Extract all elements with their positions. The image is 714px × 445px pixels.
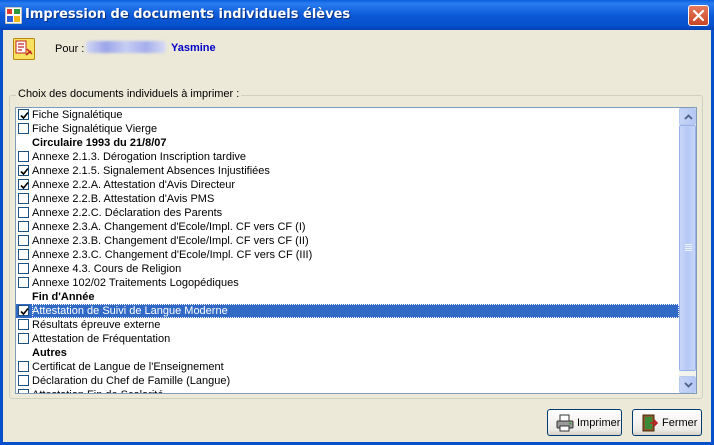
item-checkbox[interactable] <box>18 235 29 246</box>
dialog-window: Impression de documents individuels élèv… <box>0 0 714 445</box>
item-checkbox[interactable] <box>18 305 29 316</box>
close-icon <box>692 9 705 22</box>
list-item-label: Attestation de Suivi de Langue Moderne <box>32 304 679 318</box>
list-item[interactable]: Fiche Signalétique <box>16 108 679 122</box>
list-item[interactable]: Annexe 102/02 Traitements Logopédiques <box>16 276 679 290</box>
list-item[interactable]: Déclaration du Chef de Famille (Langue) <box>16 374 679 388</box>
item-checkbox[interactable] <box>18 249 29 260</box>
scrollbar-thumb[interactable] <box>679 125 696 371</box>
list-section-header: Fin d'Année <box>16 290 679 304</box>
list-item[interactable]: Attestation de Suivi de Langue Moderne <box>16 304 679 318</box>
list-item-label: Fiche Signalétique <box>32 109 123 121</box>
window-border-left <box>0 30 3 445</box>
item-checkbox[interactable] <box>18 375 29 386</box>
list-item[interactable]: Attestation de Fréquentation <box>16 332 679 346</box>
list-item[interactable]: Résultats épreuve externe <box>16 318 679 332</box>
pupil-card-icon <box>13 38 35 60</box>
list-item[interactable]: Annexe 2.2.A. Attestation d'Avis Directe… <box>16 178 679 192</box>
list-item-label: Circulaire 1993 du 21/8/07 <box>32 137 167 149</box>
list-item-label: Déclaration du Chef de Famille (Langue) <box>32 375 231 387</box>
list-item-label: Certificat de Langue de l'Enseignement <box>32 361 224 373</box>
item-checkbox[interactable] <box>18 151 29 162</box>
list-item-label: Annexe 2.3.C. Changement d'Ecole/Impl. C… <box>32 249 313 261</box>
app-icon <box>5 7 22 24</box>
item-checkbox[interactable] <box>18 389 29 393</box>
pupil-label: Pour : <box>55 43 85 55</box>
list-item[interactable]: Annexe 2.2.B. Attestation d'Avis PMS <box>16 192 679 206</box>
list-item-label: Annexe 2.1.3. Dérogation Inscription tar… <box>32 151 247 163</box>
item-checkbox[interactable] <box>18 165 29 176</box>
chevron-up-icon <box>684 114 693 120</box>
print-button[interactable]: Imprimer <box>547 409 622 436</box>
item-checkbox[interactable] <box>18 277 29 288</box>
item-checkbox[interactable] <box>18 193 29 204</box>
list-item-label: Annexe 4.3. Cours de Religion <box>32 263 182 275</box>
item-checkbox[interactable] <box>18 333 29 344</box>
scroll-up-button[interactable] <box>679 108 696 125</box>
list-item-label: Attestation Fin de Scolarité <box>32 388 163 393</box>
list-item-label: Annexe 2.2.A. Attestation d'Avis Directe… <box>32 179 236 191</box>
list-item-label: Fin d'Année <box>32 291 95 303</box>
item-checkbox[interactable] <box>18 221 29 232</box>
list-item-label: Résultats épreuve externe <box>32 319 161 331</box>
list-item-label: Annexe 2.3.A. Changement d'Ecole/Impl. C… <box>32 221 306 233</box>
list-item[interactable]: Certificat de Langue de l'Enseignement <box>16 360 679 374</box>
list-item[interactable]: Annexe 2.1.5. Signalement Absences Injus… <box>16 164 679 178</box>
list-section-header: Autres <box>16 346 679 360</box>
item-checkbox[interactable] <box>18 263 29 274</box>
list-item-label: Annexe 102/02 Traitements Logopédiques <box>32 277 239 289</box>
pupil-surname-redacted <box>86 41 166 53</box>
scroll-down-button[interactable] <box>679 376 696 393</box>
exit-door-icon <box>642 414 659 432</box>
list-item[interactable]: Attestation Fin de Scolarité <box>16 388 679 393</box>
list-item[interactable]: Annexe 2.3.B. Changement d'Ecole/Impl. C… <box>16 234 679 248</box>
close-window-button[interactable] <box>688 5 709 26</box>
chevron-down-icon <box>684 382 693 388</box>
documents-checklist[interactable]: Fiche Signalétique Fiche Signalétique Vie… <box>15 107 697 394</box>
list-section-header: Circulaire 1993 du 21/8/07 <box>16 136 679 150</box>
window-title: Impression de documents individuels élèv… <box>25 7 351 22</box>
list-item[interactable]: Fiche Signalétique Vierge <box>16 122 679 136</box>
list-item-label: Annexe 2.2.C. Déclaration des Parents <box>32 207 223 219</box>
item-checkbox[interactable] <box>18 123 29 134</box>
list-item[interactable]: Annexe 4.3. Cours de Religion <box>16 262 679 276</box>
item-checkbox[interactable] <box>18 319 29 330</box>
list-item[interactable]: Annexe 2.3.A. Changement d'Ecole/Impl. C… <box>16 220 679 234</box>
item-checkbox[interactable] <box>18 207 29 218</box>
list-item-label: Annexe 2.2.B. Attestation d'Avis PMS <box>32 193 215 205</box>
list-item-label: Annexe 2.1.5. Signalement Absences Injus… <box>32 165 270 177</box>
close-button[interactable]: Fermer <box>632 409 702 436</box>
print-button-label: Imprimer <box>577 417 621 429</box>
list-item-label: Annexe 2.3.B. Changement d'Ecole/Impl. C… <box>32 235 309 247</box>
title-bar[interactable]: Impression de documents individuels élèv… <box>0 0 714 30</box>
list-item[interactable]: Annexe 2.3.C. Changement d'Ecole/Impl. C… <box>16 248 679 262</box>
list-item[interactable]: Annexe 2.1.3. Dérogation Inscription tar… <box>16 150 679 164</box>
checkmark-icon <box>20 167 29 176</box>
list-item-label: Attestation de Fréquentation <box>32 333 171 345</box>
item-checkbox[interactable] <box>18 179 29 190</box>
list-item[interactable]: Annexe 2.2.C. Déclaration des Parents <box>16 206 679 220</box>
pupil-name: Yasmine <box>171 42 216 54</box>
list-item-label: Fiche Signalétique Vierge <box>32 123 158 135</box>
item-checkbox[interactable] <box>18 109 29 120</box>
documents-group-legend: Choix des documents individuels à imprim… <box>16 88 242 100</box>
vertical-scrollbar[interactable] <box>679 108 696 393</box>
grip-icon <box>685 244 692 251</box>
checkmark-icon <box>20 307 29 316</box>
close-button-label: Fermer <box>662 417 698 429</box>
checkmark-icon <box>20 181 29 190</box>
documents-list: Fiche Signalétique Fiche Signalétique Vie… <box>16 108 679 393</box>
list-item-label: Autres <box>32 347 67 359</box>
checkmark-icon <box>20 111 29 120</box>
printer-icon <box>556 414 574 432</box>
item-checkbox[interactable] <box>18 361 29 372</box>
